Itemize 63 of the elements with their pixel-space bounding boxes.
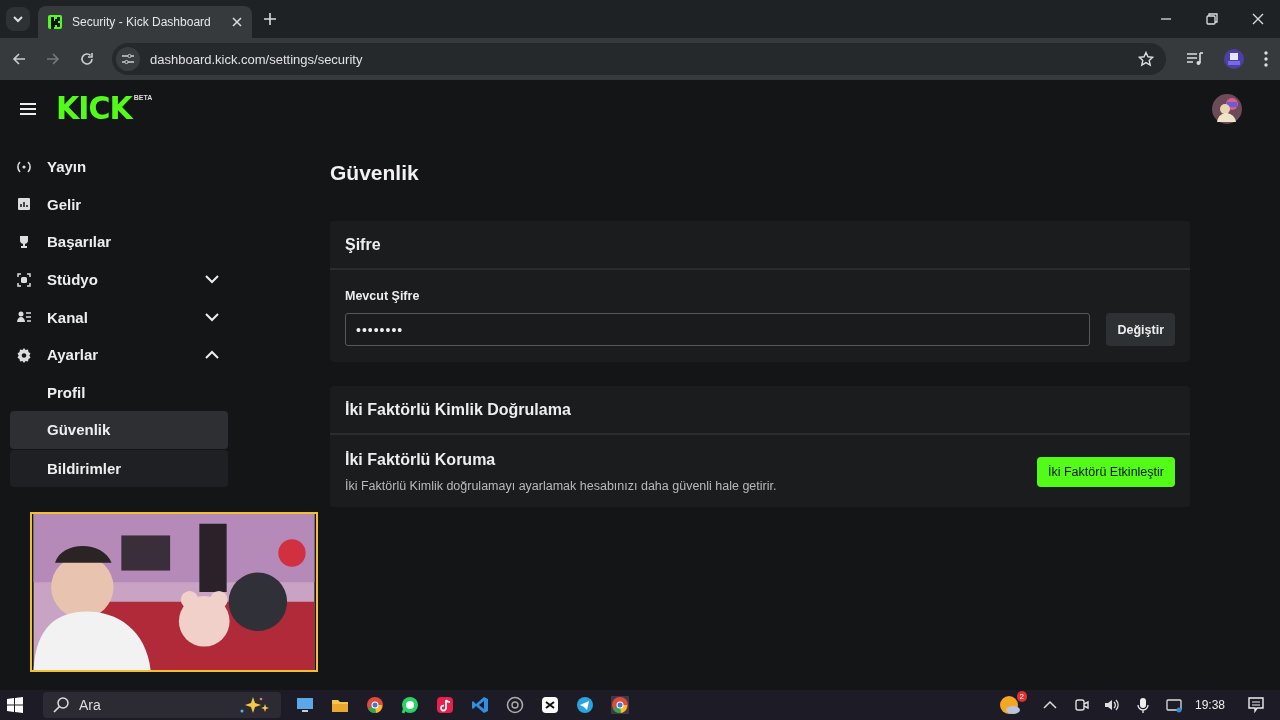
aperture-icon[interactable]: [506, 696, 524, 714]
sidebar-item[interactable]: Stüdyo: [10, 260, 228, 299]
code-editor-icon[interactable]: [471, 696, 489, 714]
media-queue-icon[interactable]: [1186, 51, 1204, 67]
forward-icon: [46, 52, 60, 66]
menu-icon[interactable]: [1264, 51, 1268, 67]
sidebar-item[interactable]: Başarılar: [10, 223, 228, 261]
sidebar-item[interactable]: Gelir: [10, 185, 228, 224]
nav-icon: [16, 196, 32, 213]
page-title: Güvenlik: [330, 160, 420, 185]
chevron-up-icon[interactable]: [205, 350, 219, 360]
search-icon: [53, 697, 69, 713]
monitor-icon[interactable]: [296, 696, 314, 714]
weather-icon[interactable]: [998, 694, 1021, 716]
tab-title: Security - Kick Dashboard: [72, 15, 212, 29]
profile-avatar-icon[interactable]: [1224, 49, 1244, 69]
camera-icon[interactable]: [1072, 697, 1089, 713]
tab-list-button[interactable]: [6, 7, 30, 31]
windows-start-icon[interactable]: [7, 697, 23, 713]
close-icon[interactable]: [232, 17, 242, 27]
music-note-icon[interactable]: [436, 696, 454, 714]
sidebar-subitem[interactable]: Profil: [10, 373, 228, 412]
nav-icon: [16, 346, 32, 363]
sidebar-item[interactable]: Ayarlar: [10, 335, 228, 374]
restore-icon[interactable]: [1206, 13, 1218, 25]
field-label: Mevcut Şifre: [345, 289, 421, 303]
password-field[interactable]: ••••••••: [345, 313, 1091, 346]
enable-button[interactable]: İki Faktörü Etkinleştir: [1037, 457, 1175, 487]
new-tab-icon[interactable]: [264, 13, 276, 25]
clock-time[interactable]: 19:38: [1194, 698, 1225, 712]
section-title: İki Faktörlü Kimlik Doğrulama: [330, 386, 1190, 435]
taskbar-search[interactable]: Ara: [43, 692, 281, 718]
paper-plane-icon[interactable]: [576, 696, 594, 714]
url-text: dashboard.kick.com/settings/security: [150, 51, 363, 67]
user-avatar[interactable]: [1212, 94, 1242, 124]
change-button[interactable]: Değiştir: [1106, 313, 1175, 346]
chevron-down-icon[interactable]: [205, 275, 219, 285]
sidebar-item[interactable]: Yayın: [10, 148, 228, 186]
setting-title: İki Faktörlü Koruma: [345, 451, 497, 469]
speaker-icon[interactable]: [1103, 697, 1120, 713]
nav-icon: [16, 158, 32, 175]
chevron-down-icon[interactable]: [205, 312, 219, 322]
close-icon[interactable]: [1252, 13, 1264, 25]
site-favicon-icon: [48, 15, 62, 29]
address-bar[interactable]: dashboard.kick.com/settings/security: [112, 43, 1166, 75]
logo-text[interactable]: KICK: [56, 93, 132, 125]
menu-icon[interactable]: [20, 102, 36, 116]
section-title: Şifre: [330, 221, 1190, 270]
notifications-icon[interactable]: [1248, 697, 1264, 713]
site-settings-icon[interactable]: [116, 47, 140, 71]
setting-description: İki Faktörlü Kimlik doğrulamayı ayarlamak hesabınızı daha güvenli hale getirir.: [345, 479, 778, 493]
notification-badge: 2: [1016, 691, 1027, 702]
nav-icon: [16, 271, 32, 288]
microphone-icon[interactable]: [1134, 697, 1151, 713]
sidebar-subitem[interactable]: Güvenlik: [10, 411, 228, 449]
sidebar-item[interactable]: Kanal: [10, 298, 228, 336]
network-icon[interactable]: [1165, 697, 1182, 713]
back-icon[interactable]: [12, 52, 26, 66]
chat-bubble-icon[interactable]: [401, 696, 419, 714]
star-icon[interactable]: [1138, 51, 1154, 67]
reload-icon[interactable]: [80, 52, 94, 66]
sidebar-subitem[interactable]: Bildirimler: [10, 449, 228, 488]
browser-tab[interactable]: Security - Kick Dashboard: [38, 6, 252, 38]
